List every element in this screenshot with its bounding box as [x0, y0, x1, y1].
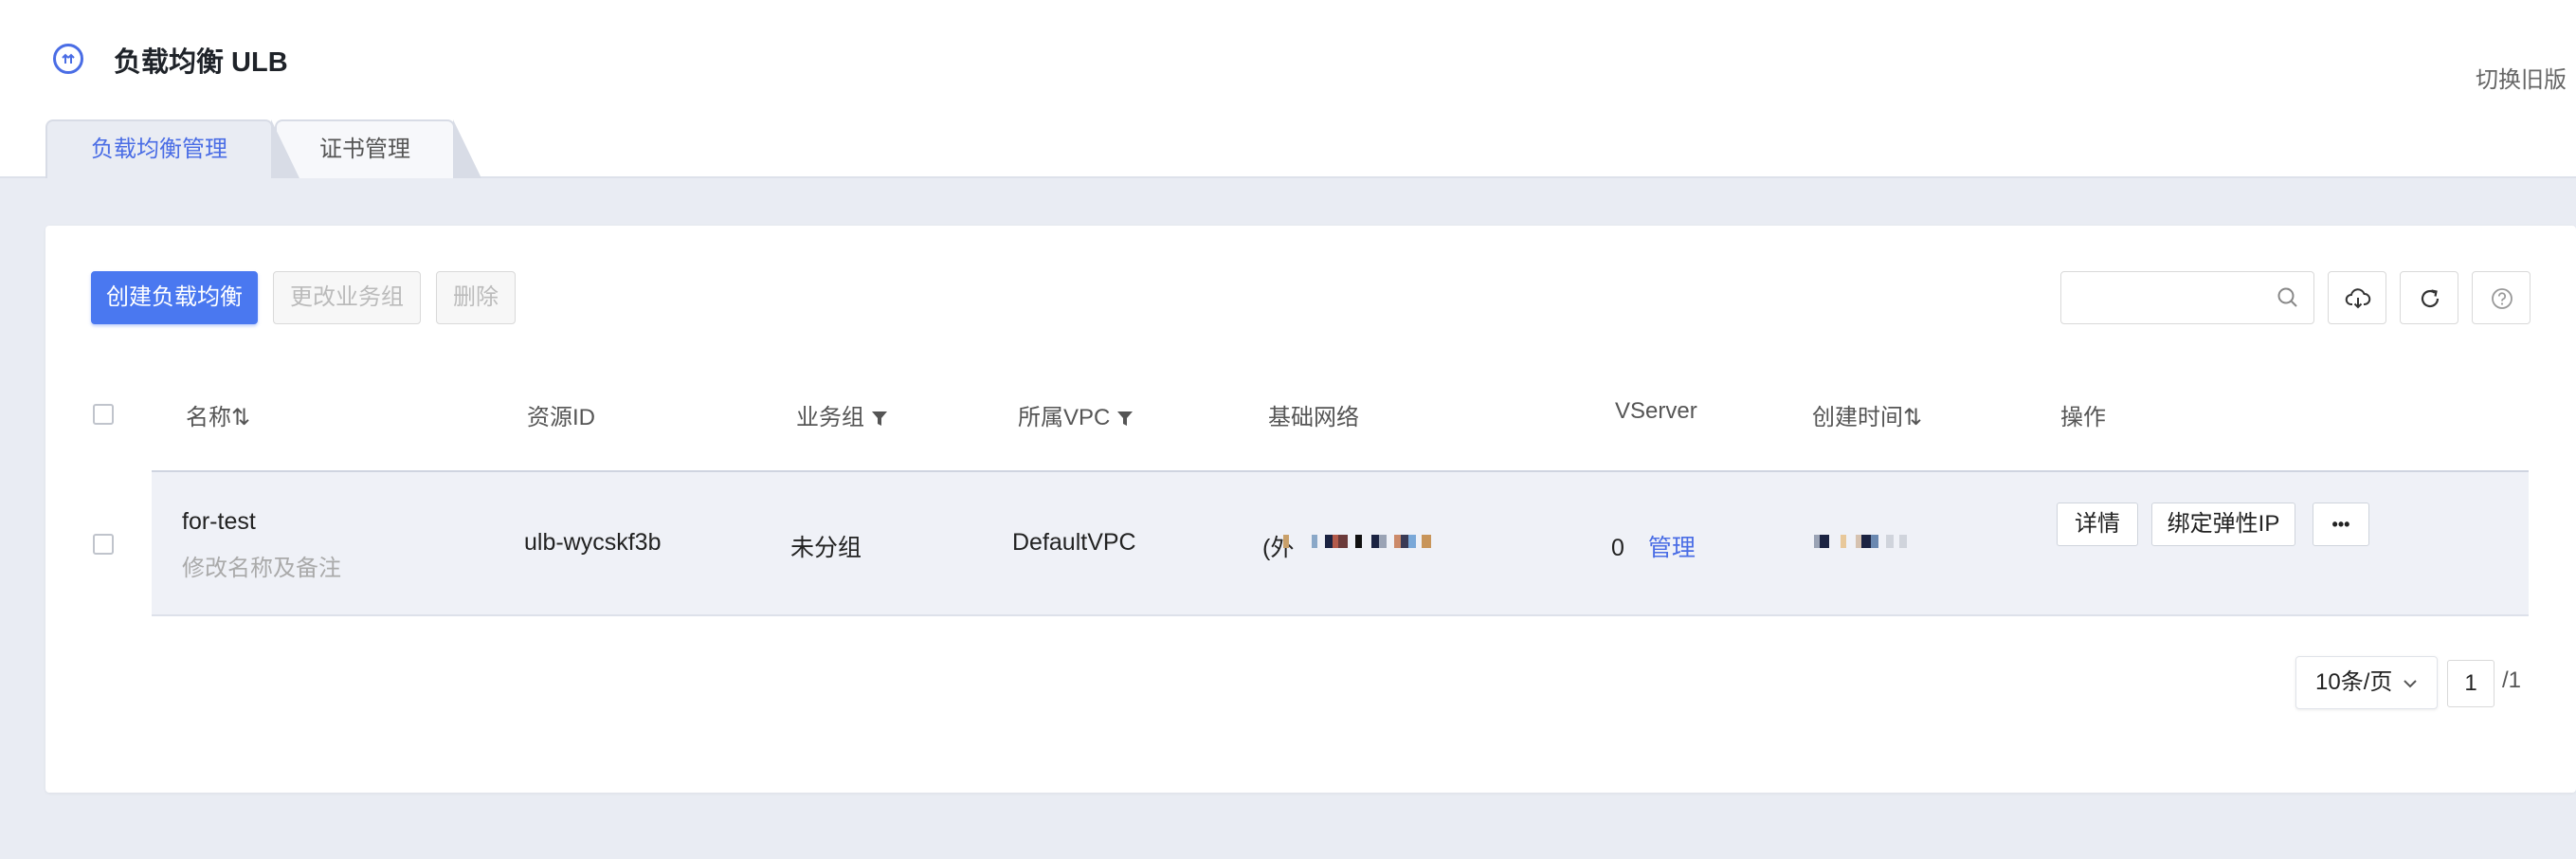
search-input[interactable]: [2060, 271, 2314, 324]
select-all-checkbox[interactable]: [93, 404, 114, 425]
help-icon: [2492, 288, 2513, 309]
column-header-vpc-label: 所属VPC: [1018, 405, 1111, 430]
edit-name-remark-link[interactable]: 修改名称及备注: [182, 549, 341, 582]
help-button[interactable]: [2472, 271, 2531, 324]
main-card: 创建负载均衡 更改业务组 删除 名称⇅ 资源ID 业务组 所属VPC 基础网络 …: [45, 226, 2576, 793]
detail-button[interactable]: 详情: [2057, 503, 2138, 546]
row-name[interactable]: for-test: [182, 508, 256, 536]
delete-button[interactable]: 删除: [436, 271, 516, 324]
page-size-select[interactable]: 10条/页: [2295, 656, 2438, 709]
total-pages: /1: [2502, 667, 2522, 693]
vserver-manage-link[interactable]: 管理: [1648, 535, 1696, 561]
column-header-resource-id: 资源ID: [527, 405, 595, 430]
page-header: 负载均衡 ULB 切换旧版 负载均衡管理 证书管理: [0, 0, 2576, 178]
chevron-down-icon: [2404, 680, 2417, 688]
current-page-input[interactable]: 1: [2447, 660, 2494, 707]
page-size-value: 10条/页: [2315, 669, 2393, 695]
row-group: 未分组: [790, 535, 862, 561]
bind-eip-button[interactable]: 绑定弹性IP: [2151, 503, 2295, 546]
masked-ip-address: [1283, 535, 1431, 548]
download-button[interactable]: [2328, 271, 2386, 324]
column-header-actions: 操作: [2060, 405, 2106, 430]
column-header-group[interactable]: 业务组: [796, 398, 888, 431]
row-vpc: DefaultVPC: [1012, 529, 1136, 556]
column-header-created-time[interactable]: 创建时间⇅: [1812, 398, 1922, 431]
column-header-network: 基础网络: [1268, 405, 1359, 430]
row-resource-id: ulb-wycskf3b: [524, 529, 662, 556]
vserver-count: 0: [1611, 535, 1624, 561]
filter-icon: [871, 411, 887, 426]
create-load-balancer-button[interactable]: 创建负载均衡: [91, 271, 258, 324]
column-header-vpc[interactable]: 所属VPC: [1018, 398, 1134, 431]
row-checkbox[interactable]: [93, 534, 114, 555]
column-header-vserver: VServer: [1615, 398, 1697, 424]
filter-icon: [1117, 411, 1134, 426]
more-actions-button[interactable]: •••: [2313, 503, 2369, 546]
cloud-download-icon: [2345, 288, 2371, 309]
tab-certificate-management[interactable]: 证书管理: [275, 119, 481, 178]
masked-created-time: [1814, 535, 1907, 548]
change-group-button[interactable]: 更改业务组: [273, 271, 421, 324]
page-title: 负载均衡 ULB: [114, 47, 288, 78]
column-header-group-label: 业务组: [796, 405, 864, 430]
column-header-name[interactable]: 名称⇅: [186, 398, 250, 431]
switch-old-version-link[interactable]: 切换旧版: [2476, 61, 2567, 94]
load-balancer-icon: [53, 44, 83, 74]
refresh-button[interactable]: [2400, 271, 2458, 324]
row-vserver: 0 管理: [1611, 529, 1696, 563]
tab-load-balancer-management[interactable]: 负载均衡管理: [45, 119, 299, 178]
refresh-icon: [2421, 289, 2440, 308]
search-icon: [2277, 287, 2297, 307]
